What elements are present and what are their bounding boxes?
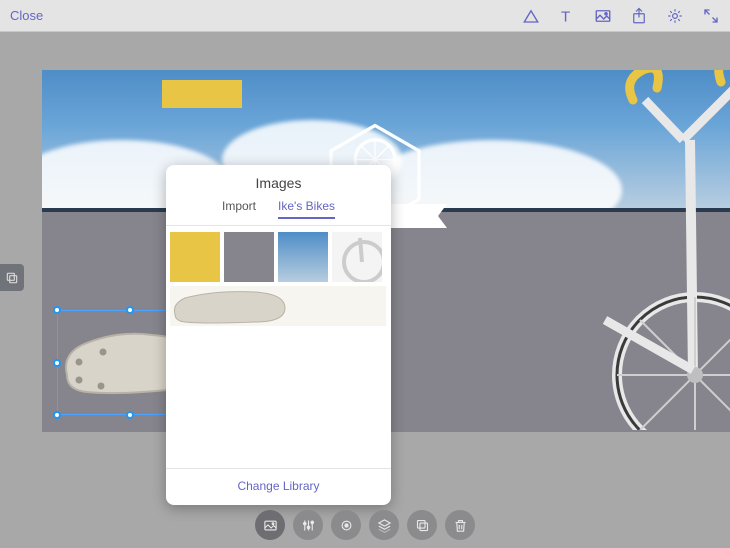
resize-handle[interactable] xyxy=(126,411,134,419)
yellow-block xyxy=(162,80,242,108)
target-button[interactable] xyxy=(331,510,361,540)
thumbnail[interactable] xyxy=(170,286,386,326)
settings-icon[interactable] xyxy=(666,7,684,25)
color-target-tab[interactable] xyxy=(0,264,24,291)
svg-text:T: T xyxy=(561,8,570,25)
context-toolbar xyxy=(255,510,475,540)
share-icon[interactable] xyxy=(630,7,648,25)
resize-handle[interactable] xyxy=(53,359,61,367)
bike-image xyxy=(585,70,730,430)
thumbnail[interactable] xyxy=(170,232,220,282)
thumbnail[interactable] xyxy=(332,232,382,282)
resize-handle[interactable] xyxy=(53,306,61,314)
resize-handle[interactable] xyxy=(53,411,61,419)
resize-handle[interactable] xyxy=(126,306,134,314)
delete-button[interactable] xyxy=(445,510,475,540)
image-picker-button[interactable] xyxy=(255,510,285,540)
thumbnail-grid xyxy=(166,226,391,326)
top-toolbar: Close T xyxy=(0,0,730,32)
adjust-button[interactable] xyxy=(293,510,323,540)
shape-icon[interactable] xyxy=(522,7,540,25)
duplicate-button[interactable] xyxy=(407,510,437,540)
tab-import[interactable]: Import xyxy=(222,199,256,219)
popover-tabs: Import Ike's Bikes xyxy=(166,199,391,226)
layers-button[interactable] xyxy=(369,510,399,540)
images-popover: Images Import Ike's Bikes Change Library xyxy=(166,165,391,505)
tab-library[interactable]: Ike's Bikes xyxy=(278,199,335,219)
text-icon[interactable]: T xyxy=(558,7,576,25)
fullscreen-icon[interactable] xyxy=(702,7,720,25)
thumbnail[interactable] xyxy=(224,232,274,282)
change-library-button[interactable]: Change Library xyxy=(166,468,391,505)
thumbnail[interactable] xyxy=(278,232,328,282)
popover-title: Images xyxy=(166,165,391,199)
image-icon[interactable] xyxy=(594,7,612,25)
top-toolbar-icons: T xyxy=(522,7,720,25)
close-button[interactable]: Close xyxy=(10,8,43,23)
